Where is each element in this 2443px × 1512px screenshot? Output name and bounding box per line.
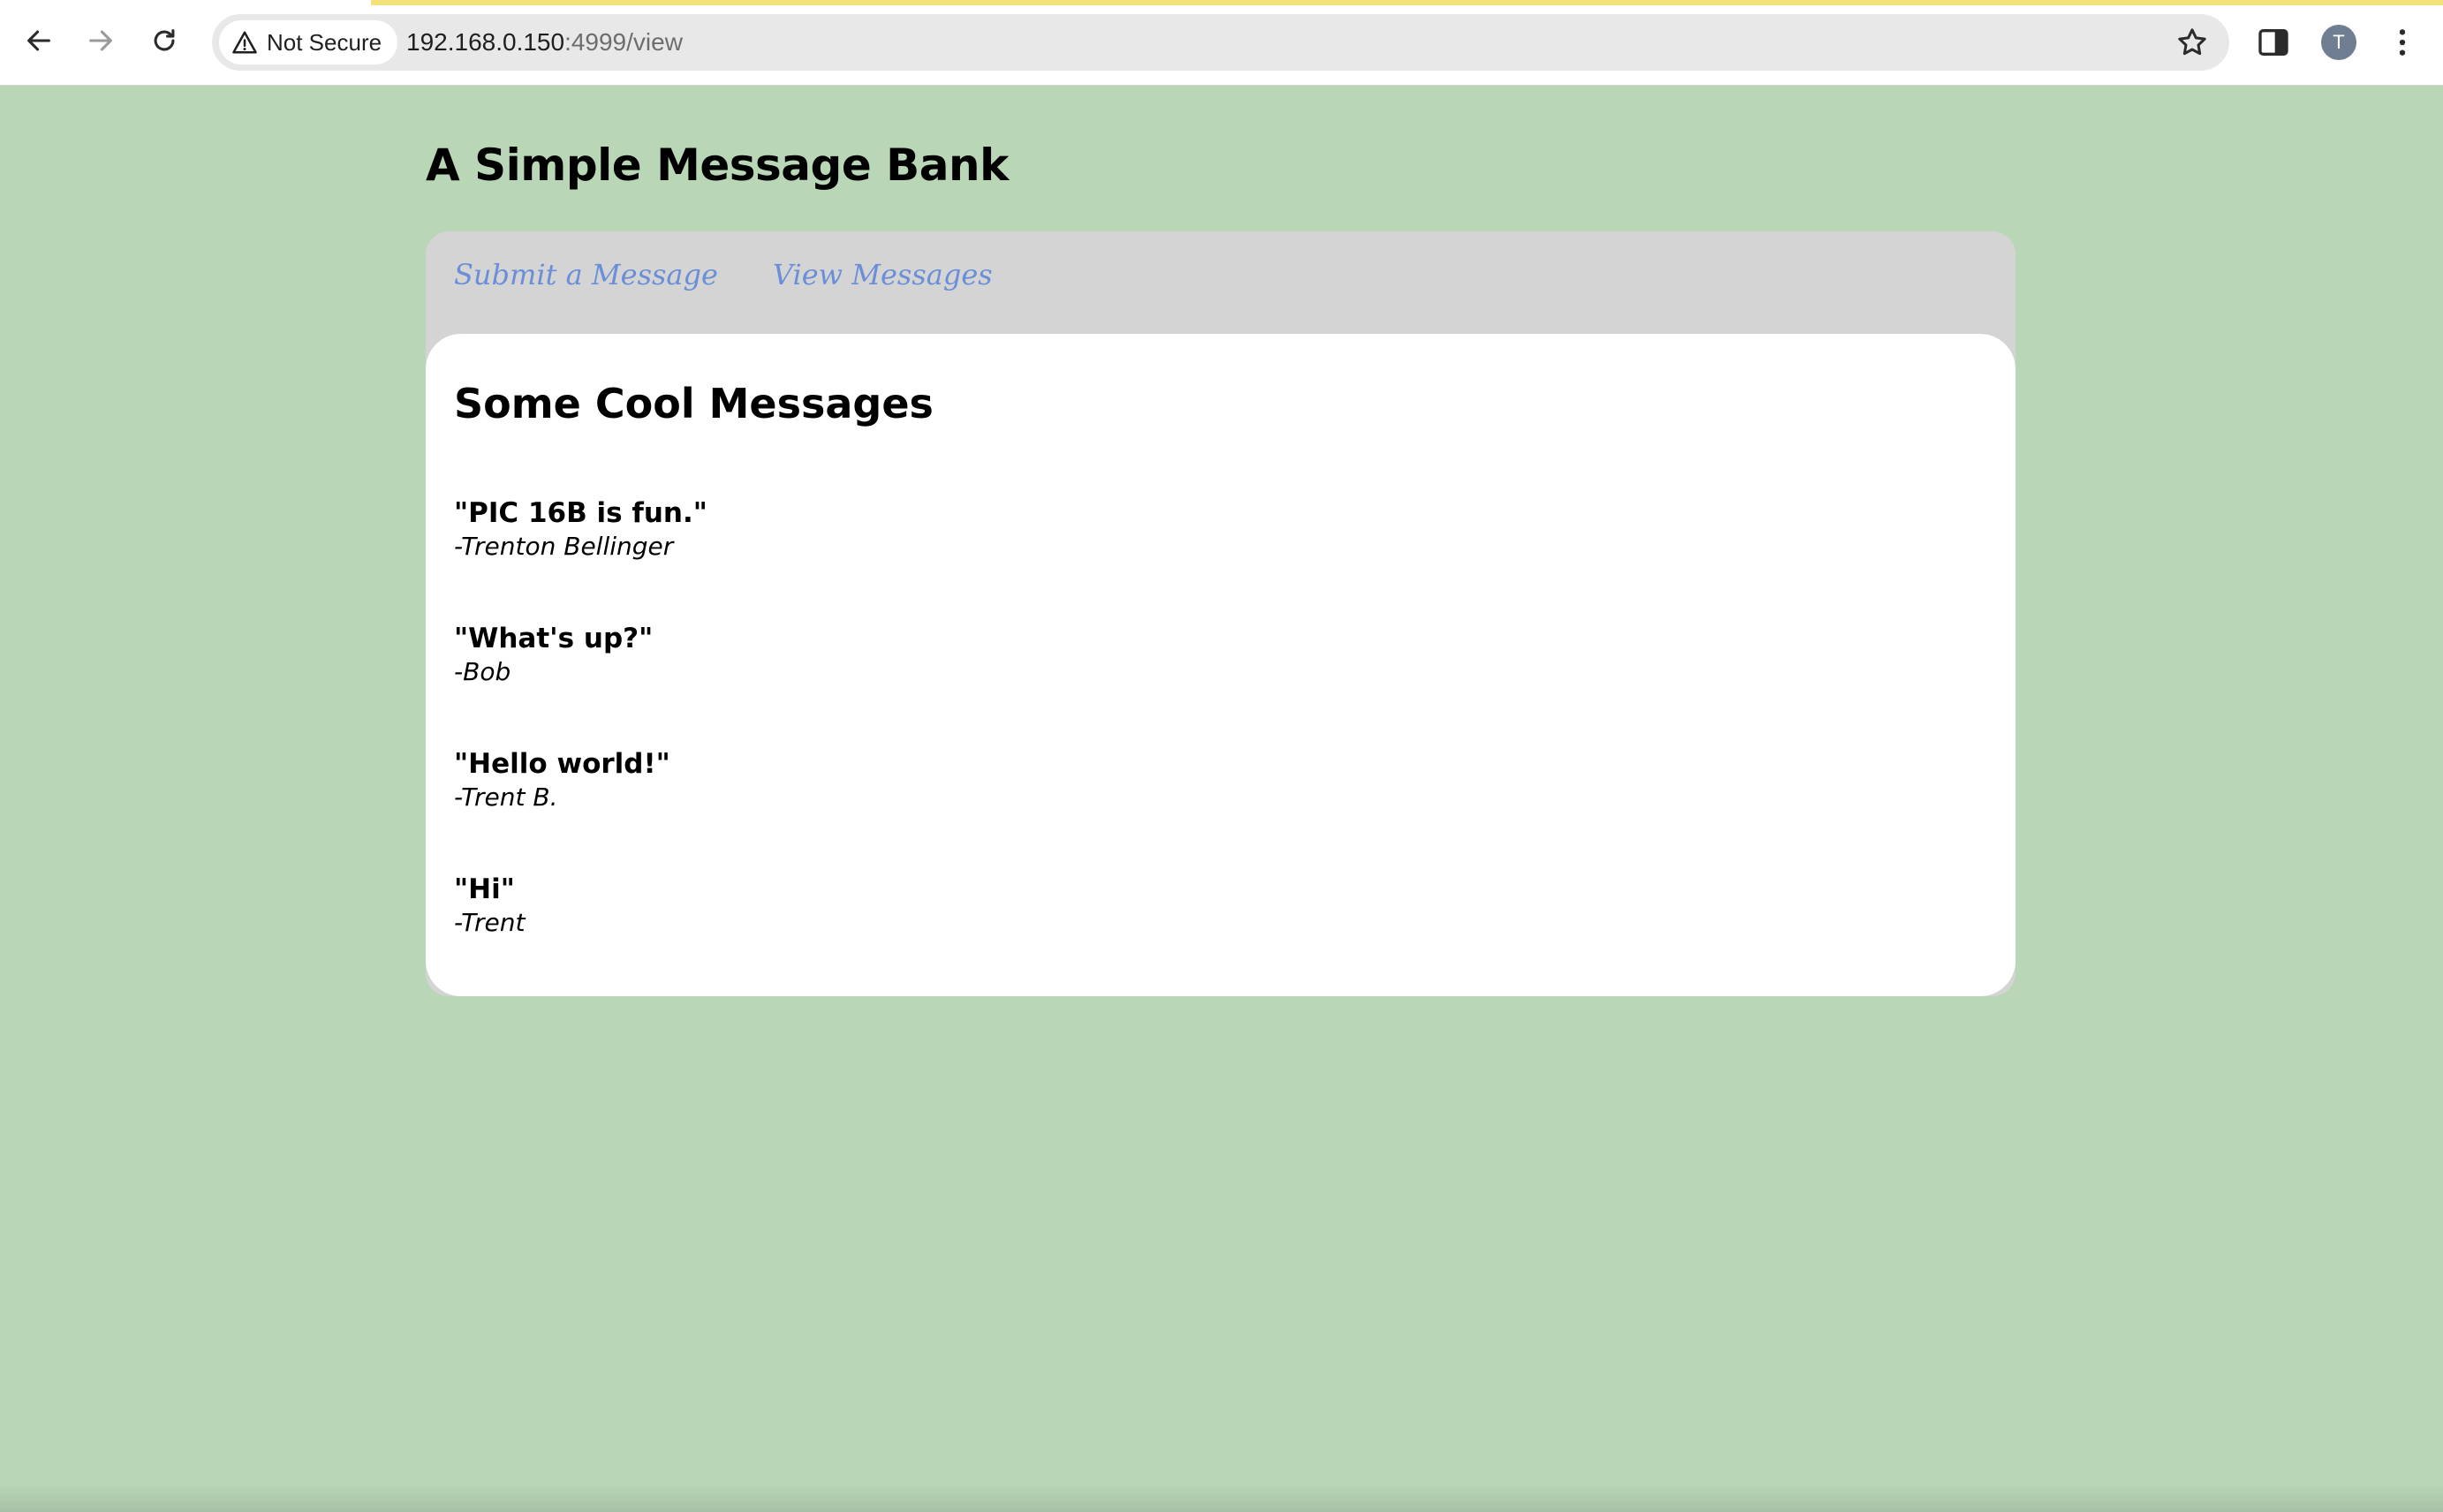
tab-strip-accent <box>371 0 2443 5</box>
back-icon <box>27 30 50 51</box>
browser-toolbar: Not Secure 192.168.0.150:4999/view T <box>0 0 2443 86</box>
message-item: "PIC 16B is fun." -Trenton Bellinger <box>454 496 707 622</box>
forward-button[interactable] <box>78 18 124 64</box>
back-button[interactable] <box>16 18 62 64</box>
message-author: -Trent <box>454 908 526 937</box>
message-item: "Hi" -Trent <box>454 873 707 998</box>
message-text: "PIC 16B is fun." <box>454 497 707 529</box>
forward-icon <box>89 30 112 51</box>
message-author: -Trenton Bellinger <box>454 532 674 561</box>
message-list: "PIC 16B is fun." -Trenton Bellinger "Wh… <box>454 496 707 998</box>
security-indicator[interactable]: Not Secure <box>219 20 398 64</box>
url-text[interactable]: 192.168.0.150:4999/view <box>406 14 683 71</box>
warning-icon <box>232 31 257 54</box>
star-icon[interactable] <box>2174 25 2210 60</box>
kebab-menu-icon[interactable] <box>2385 23 2420 62</box>
message-item: "What's up?" -Bob <box>454 622 707 747</box>
view-messages-link[interactable]: View Messages <box>773 258 993 291</box>
page-title: A Simple Message Bank <box>426 140 1009 191</box>
message-text: "Hi" <box>454 873 515 905</box>
section-title: Some Cool Messages <box>454 380 934 427</box>
security-label: Not Secure <box>267 28 382 56</box>
message-author: -Trent B. <box>454 782 558 812</box>
window-bottom-shadow <box>0 1484 2443 1512</box>
side-panel-icon[interactable] <box>2256 25 2291 60</box>
site-nav: Submit a Message View Messages <box>454 258 993 291</box>
url-host: 192.168.0.150 <box>406 28 565 56</box>
profile-avatar[interactable]: T <box>2321 25 2356 60</box>
url-path: :4999/view <box>564 28 683 56</box>
address-bar[interactable]: Not Secure 192.168.0.150:4999/view <box>212 14 2229 71</box>
reload-button[interactable] <box>141 18 187 64</box>
reload-icon <box>154 29 175 51</box>
message-author: -Bob <box>454 657 511 686</box>
message-item: "Hello world!" -Trent B. <box>454 747 707 873</box>
messages-content: Some Cool Messages "PIC 16B is fun." -Tr… <box>426 334 2016 996</box>
message-text: "What's up?" <box>454 623 654 654</box>
main-panel: Submit a Message View Messages Some Cool… <box>426 231 2016 996</box>
message-text: "Hello world!" <box>454 748 670 780</box>
submit-message-link[interactable]: Submit a Message <box>454 258 718 291</box>
